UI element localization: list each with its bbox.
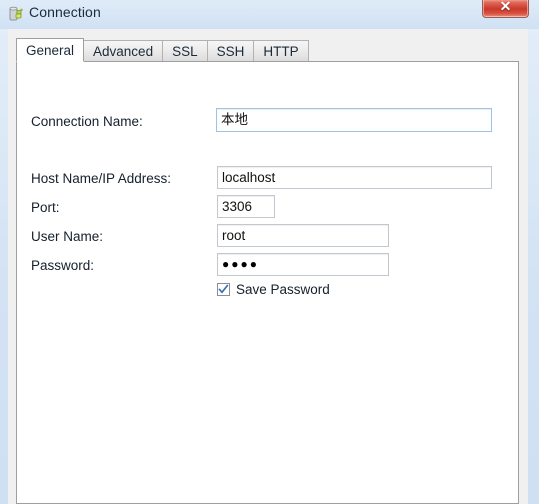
close-icon: ✕ [499, 0, 512, 14]
tab-http-label: HTTP [263, 44, 299, 59]
user-name-input[interactable]: root [217, 224, 389, 247]
save-password-row[interactable]: Save Password [217, 282, 330, 297]
password-label: Password: [31, 258, 95, 273]
tab-advanced[interactable]: Advanced [83, 40, 164, 62]
connection-name-label: Connection Name: [31, 114, 143, 129]
connection-plug-icon [7, 5, 25, 23]
tab-ssl-label: SSL [172, 44, 198, 59]
connection-name-input[interactable]: 本地 [216, 108, 492, 132]
tab-ssl[interactable]: SSL [162, 40, 208, 62]
connection-dialog-window: Connection ✕ General Advanced SSL SSH HT… [0, 0, 539, 504]
save-password-label: Save Password [236, 282, 330, 297]
port-label: Port: [31, 200, 60, 215]
host-name-input[interactable]: localhost [217, 166, 492, 189]
tab-general[interactable]: General [16, 38, 85, 62]
user-name-label: User Name: [31, 229, 104, 244]
close-button[interactable]: ✕ [482, 0, 529, 18]
tab-strip: General Advanced SSL SSH HTTP [16, 38, 309, 62]
title-bar: Connection ✕ [0, 0, 539, 29]
tab-general-label: General [26, 43, 75, 58]
tab-advanced-label: Advanced [93, 44, 154, 59]
password-input[interactable]: ●●●● [217, 253, 389, 276]
checkmark-icon [218, 284, 229, 294]
tab-ssh[interactable]: SSH [206, 40, 255, 62]
window-title: Connection [29, 4, 101, 20]
host-name-label: Host Name/IP Address: [31, 171, 172, 186]
port-input[interactable]: 3306 [217, 195, 275, 218]
dialog-body: General Advanced SSL SSH HTTP Connection… [8, 29, 528, 504]
save-password-checkbox[interactable] [217, 283, 230, 296]
tab-http[interactable]: HTTP [253, 40, 309, 62]
tab-ssh-label: SSH [216, 44, 245, 59]
